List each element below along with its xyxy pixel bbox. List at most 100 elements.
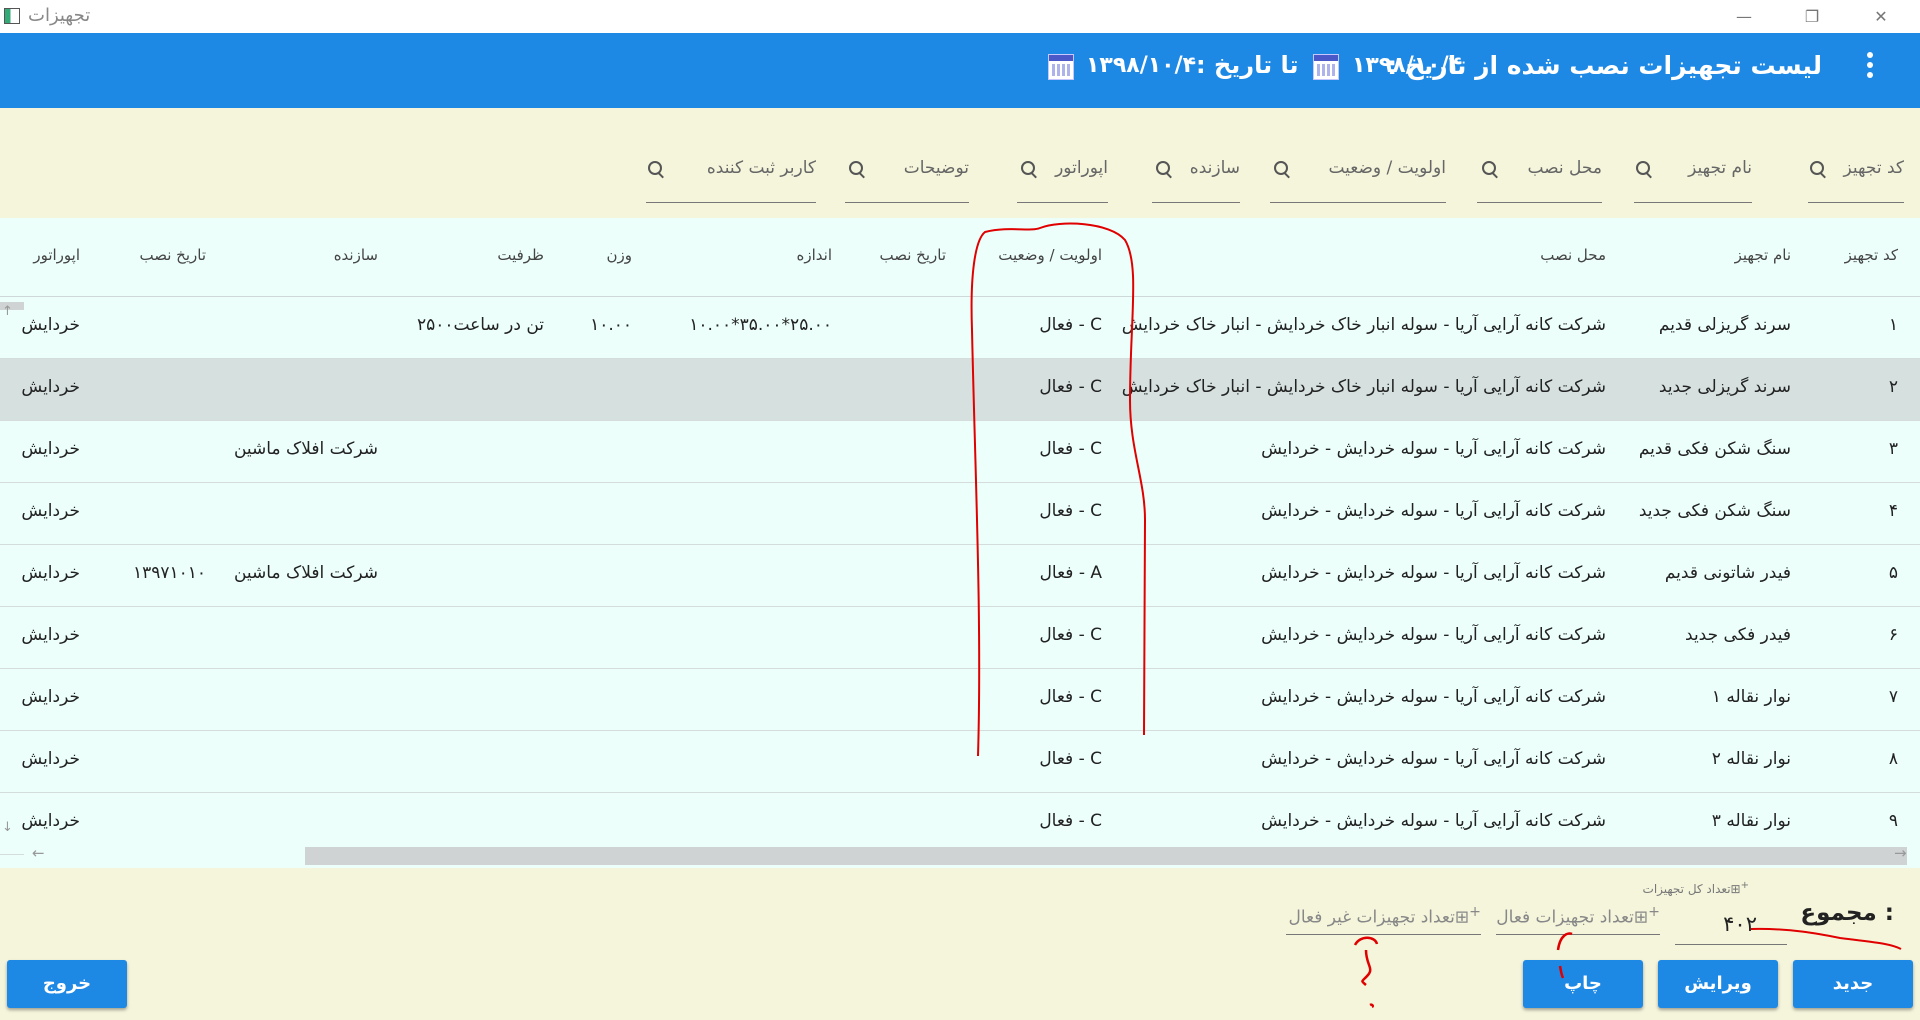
search-icon [648, 161, 662, 175]
cell-code: ۸ [1888, 749, 1898, 769]
cell-size: ۱۰.۰۰*۳۵.۰۰*۲۵.۰۰ [689, 315, 832, 335]
horizontal-scrollbar[interactable]: ← → [24, 844, 1920, 868]
col-operator[interactable]: اپوراتور [33, 246, 80, 264]
inactive-equipment-field[interactable]: تعداد تجهیزات غیر فعال⊞+ [1286, 894, 1481, 935]
window-titlebar: تجهیزات — ❐ ✕ [0, 0, 1920, 33]
col-install-date[interactable]: تاریخ نصب [879, 246, 946, 264]
horizontal-scroll-thumb[interactable] [305, 847, 1907, 865]
cell-code: ۹ [1888, 811, 1898, 831]
total-equipment-field[interactable]: ۴۰۲ [1675, 904, 1787, 945]
cell-location: شرکت کانه آرایی آریا - سوله انبار خاک خر… [1121, 377, 1606, 397]
from-date-value[interactable]: ۱۳۹۸/۱۰/۴ [1352, 53, 1462, 78]
cell-status: فعال - A [1039, 563, 1102, 583]
exit-button[interactable]: خروج [7, 960, 127, 1008]
col-size[interactable]: اندازه [797, 246, 833, 264]
col-status[interactable]: اولویت / وضعیت [998, 246, 1102, 264]
table-row[interactable]: ۳ سنگ شکن فکی قدیم شرکت کانه آرایی آریا - … [0, 421, 1920, 483]
cell-code: ۷ [1888, 687, 1898, 707]
sum-label: مجموع : [1800, 900, 1894, 926]
cell-status: فعال - C [1039, 687, 1102, 707]
search-icon [1482, 161, 1496, 175]
col-location[interactable]: محل نصب [1540, 246, 1606, 264]
scroll-left-arrow-icon[interactable]: ← [32, 844, 45, 862]
cell-status: فعال - C [1039, 315, 1102, 335]
cell-status: فعال - C [1039, 501, 1102, 521]
search-operator-field[interactable]: اپوراتور [1017, 158, 1108, 203]
to-date-value[interactable]: ۱۳۹۸/۱۰/۴ [1086, 53, 1196, 78]
close-button[interactable]: ✕ [1858, 0, 1904, 33]
scroll-up-arrow-icon[interactable]: ↑ [2, 304, 13, 319]
table-row[interactable]: ۵ فیدر شاتونی قدیم شرکت کانه آرایی آریا - … [0, 545, 1920, 607]
cell-code: ۳ [1888, 439, 1898, 459]
search-icon [1274, 161, 1288, 175]
cell-code: ۴ [1888, 501, 1898, 521]
table-row[interactable]: ۷ نوار نقاله ۱ شرکت کانه آرایی آریا - سوله… [0, 669, 1920, 731]
cell-status: فعال - C [1039, 439, 1102, 459]
cell-name: نوار نقاله ۱ [1711, 687, 1791, 707]
cell-name: فیدر شاتونی قدیم [1664, 563, 1791, 583]
col-maker[interactable]: سازنده [334, 246, 378, 264]
cell-code: ۱ [1888, 315, 1898, 335]
cell-location: شرکت کانه آرایی آریا - سوله خردایش - خرد… [1261, 811, 1606, 831]
calendar-icon[interactable] [1313, 54, 1339, 80]
edit-button[interactable]: ویرایش [1658, 960, 1778, 1008]
cell-name: نوار نقاله ۳ [1711, 811, 1791, 831]
cell-status: فعال - C [1039, 377, 1102, 397]
cell-maker: شرکت افلاک ماشین [233, 439, 378, 459]
table-row[interactable]: ۶ فیدر فکی جدید شرکت کانه آرایی آریا - سول… [0, 607, 1920, 669]
col-install-date-2[interactable]: تاریخ نصب [139, 246, 206, 264]
search-location-field[interactable]: محل نصب [1477, 158, 1602, 203]
app-header: لیست تجهیزات نصب شده از تاریخ : ۱۳۹۸/۱۰/… [0, 33, 1920, 108]
more-menu-icon[interactable] [1860, 49, 1880, 89]
window-title: تجهیزات [28, 5, 91, 26]
table-header: کد تجهیز نام تجهیز محل نصب اولویت / وضعی… [0, 218, 1920, 297]
col-capacity[interactable]: ظرفیت [497, 246, 544, 264]
cell-location: شرکت کانه آرایی آریا - سوله خردایش - خرد… [1261, 501, 1606, 521]
calendar-icon[interactable] [1048, 54, 1074, 80]
new-button[interactable]: جدید [1793, 960, 1913, 1008]
col-name[interactable]: نام تجهیز [1735, 246, 1791, 264]
cell-operator: خردایش [21, 687, 80, 707]
active-equipment-field[interactable]: تعداد تجهیزات فعال⊞+ [1496, 894, 1660, 935]
cell-name: سنگ شکن فکی قدیم [1638, 439, 1791, 459]
restore-button[interactable]: ❐ [1789, 0, 1835, 33]
cell-maker: شرکت افلاک ماشین [233, 563, 378, 583]
minimize-button[interactable]: — [1721, 0, 1767, 33]
cell-operator: خردایش [21, 749, 80, 769]
table-row[interactable]: ۴ سنگ شکن فکی جدید شرکت کانه آرایی آریا - … [0, 483, 1920, 545]
cell-name: سرند گریزلی قدیم [1658, 315, 1791, 335]
cell-location: شرکت کانه آرایی آریا - سوله خردایش - خرد… [1261, 687, 1606, 707]
search-user-field[interactable]: کاربر ثبت کننده [646, 158, 816, 203]
cell-location: شرکت کانه آرایی آریا - سوله خردایش - خرد… [1261, 749, 1606, 769]
app-icon [4, 8, 20, 24]
col-weight[interactable]: وزن [606, 246, 632, 264]
table-row[interactable]: ۲ سرند گریزلی جدید شرکت کانه آرایی آریا - … [0, 359, 1920, 421]
search-icon [849, 161, 863, 175]
cell-operator: خردایش [21, 501, 80, 521]
search-icon [1810, 161, 1824, 175]
col-code[interactable]: کد تجهیز [1845, 246, 1898, 264]
scroll-right-arrow-icon[interactable]: → [1894, 844, 1907, 862]
cell-location: شرکت کانه آرایی آریا - سوله خردایش - خرد… [1261, 625, 1606, 645]
cell-operator: خردایش [21, 377, 80, 397]
cell-status: فعال - C [1039, 749, 1102, 769]
cell-status: فعال - C [1039, 625, 1102, 645]
search-icon [1636, 161, 1650, 175]
cell-capacity: ۲۵۰۰تن در ساعت [416, 315, 544, 335]
table-row[interactable]: ۱ سرند گریزلی قدیم شرکت کانه آرایی آریا - … [0, 297, 1920, 359]
search-code-field[interactable]: کد تجهیز [1808, 158, 1904, 203]
search-name-field[interactable]: نام تجهیز [1634, 158, 1752, 203]
cell-code: ۲ [1888, 377, 1898, 397]
search-notes-field[interactable]: توضیحات [845, 158, 969, 203]
cell-install-date: ۱۳۹۷۱۰۱۰ [132, 563, 206, 583]
search-status-field[interactable]: اولویت / وضعیت [1270, 158, 1446, 203]
equipment-table: کد تجهیز نام تجهیز محل نصب اولویت / وضعی… [0, 218, 1920, 868]
cell-operator: خردایش [21, 439, 80, 459]
scroll-down-arrow-icon[interactable]: ↓ [2, 820, 13, 835]
search-maker-field[interactable]: سازنده [1152, 158, 1240, 203]
table-row[interactable]: ۸ نوار نقاله ۲ شرکت کانه آرایی آریا - سوله… [0, 731, 1920, 793]
print-button[interactable]: چاپ [1523, 960, 1643, 1008]
search-icon [1021, 161, 1035, 175]
cell-location: شرکت کانه آرایی آریا - سوله خردایش - خرد… [1261, 563, 1606, 583]
cell-operator: خردایش [21, 315, 80, 335]
